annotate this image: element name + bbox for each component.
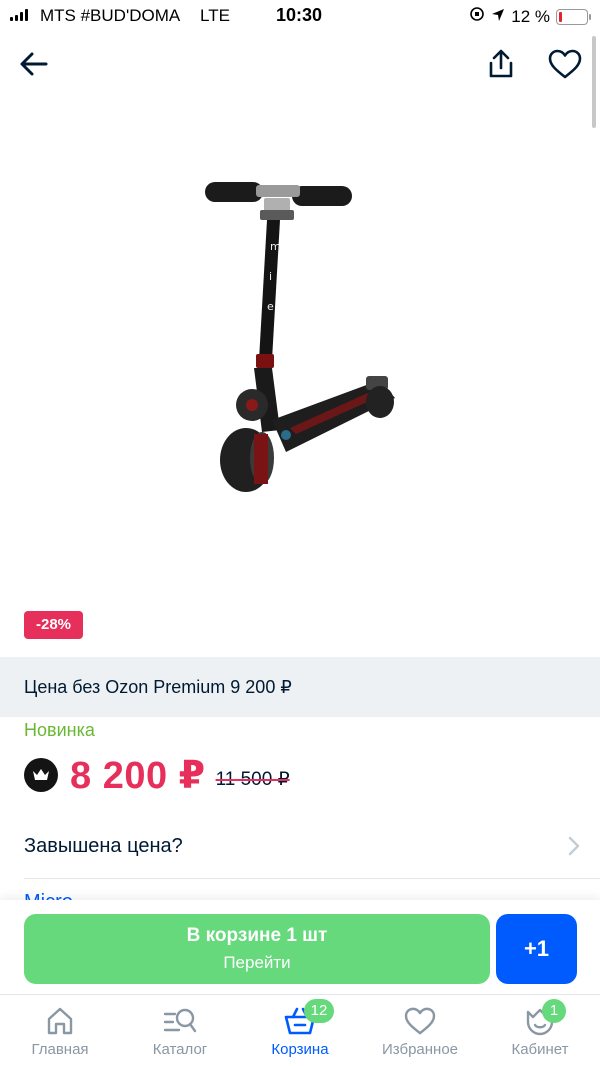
product-image[interactable]: m i e [190,170,410,500]
cart-count-badge: 12 [304,999,334,1023]
tab-home[interactable]: Главная [0,995,120,1066]
tab-label: Кабинет [511,1041,569,1058]
old-price: 11 500 ₽ [215,768,290,790]
tab-label: Корзина [271,1041,329,1058]
battery-percent: 12 % [511,6,550,26]
status-bar: MTS #BUD'DOMA LTE 10:30 12 % [0,0,600,34]
discount-badge: -28% [24,611,84,639]
overpriced-label: Завышена цена? [24,834,183,857]
heart-icon [400,1005,440,1037]
tab-catalog[interactable]: Каталог [120,995,240,1066]
svg-text:i: i [269,270,272,283]
arrow-left-icon [20,52,48,76]
carrier-name: MTS #BUD'DOMA [40,6,181,25]
profile-icon: 1 [520,999,566,1037]
tab-cart[interactable]: 12 Корзина [240,995,360,1066]
chevron-right-icon [568,836,580,856]
share-button[interactable] [481,44,521,84]
price-row: 8 200 ₽ 11 500 ₽ [24,752,290,798]
tab-label: Избранное [381,1041,459,1058]
basket-icon: 12 [280,999,334,1037]
add-one-button[interactable]: +1 [496,914,577,984]
status-right: 12 % [469,6,591,27]
home-icon [40,1005,80,1037]
in-cart-label: В корзине 1 шт [186,925,328,946]
current-price: 8 200 ₽ [70,754,206,797]
overpriced-link[interactable]: Завышена цена? [24,816,580,876]
network-type: LTE [200,6,230,25]
profile-badge: 1 [542,999,566,1023]
location-icon [491,7,505,27]
screen-lock-icon [469,6,485,27]
signal-icon [10,9,28,21]
tab-label: Каталог [152,1041,208,1058]
tab-label: Главная [31,1041,89,1058]
share-icon [489,49,513,78]
heart-icon [548,49,582,79]
premium-crown-icon [24,758,58,792]
tab-favorites[interactable]: Избранное [360,995,480,1066]
back-button[interactable] [14,44,54,84]
scroll-indicator[interactable] [592,36,596,128]
svg-text:e: e [267,300,274,313]
go-label: Перейти [223,953,291,972]
scooter-image: m i e [205,182,395,492]
clock: 10:30 [276,5,323,25]
novelty-label: Новинка [24,720,95,740]
battery-icon [556,8,591,25]
go-to-cart-button[interactable]: В корзине 1 шт Перейти [24,914,490,984]
tab-bar: Главная Каталог 12 Корзина Избранное 1 К… [0,994,600,1066]
tab-profile[interactable]: 1 Кабинет [480,995,600,1066]
premium-price-text: Цена без Ozon Premium 9 200 ₽ [24,676,292,697]
svg-text:m: m [270,240,281,253]
premium-price-bar[interactable]: Цена без Ozon Premium 9 200 ₽ [0,657,600,717]
divider [24,878,600,879]
catalog-search-icon [160,1005,200,1037]
favorite-button[interactable] [545,44,585,84]
